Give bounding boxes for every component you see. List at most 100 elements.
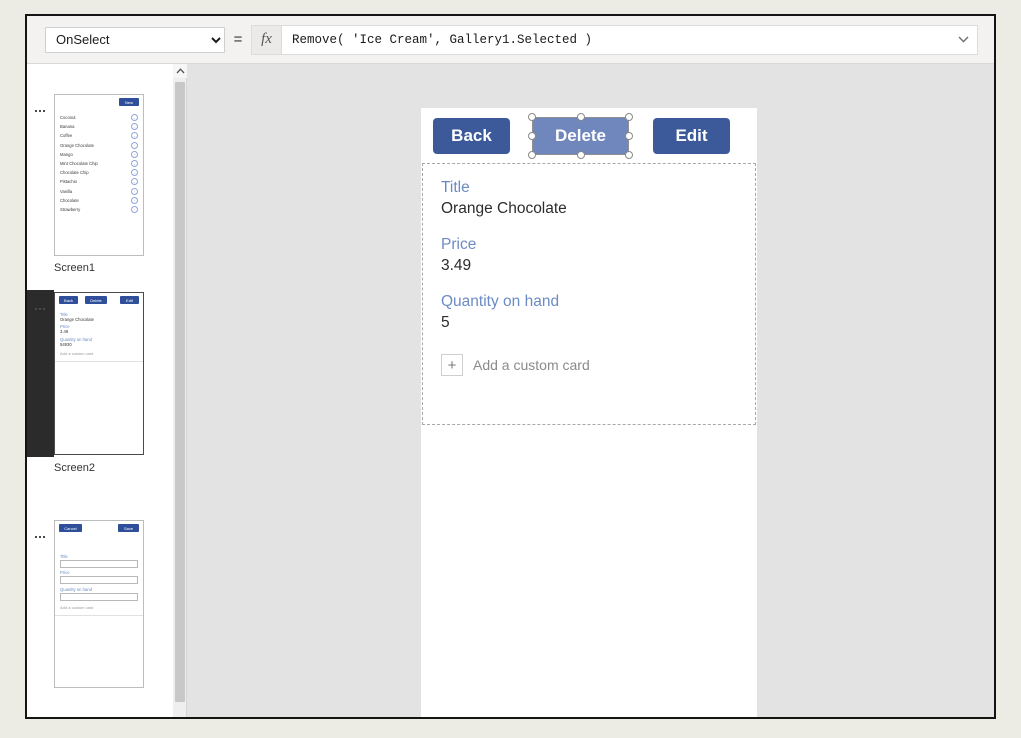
add-custom-card-label: Add a custom card xyxy=(60,350,94,356)
thumb-gallery-list: Coconut › Banana › Coffee › Orange Chocolat… xyxy=(55,113,143,214)
chevron-right-icon: › xyxy=(131,141,138,149)
field-label: Price xyxy=(60,570,70,575)
list-item-label: Vanilla xyxy=(60,188,73,194)
screen-thumbnail-screen2[interactable]: Back Delete Edit Title Orange Chocolate … xyxy=(54,292,144,455)
property-dropdown[interactable]: OnSelect xyxy=(45,26,225,53)
screen-thumbnail-screen3[interactable]: Cancel Save Title Price Quantity on hand… xyxy=(54,520,144,688)
list-item: Strawberry › xyxy=(55,205,143,214)
divider xyxy=(55,360,143,362)
chevron-right-icon: › xyxy=(131,178,138,186)
resize-handle-nw[interactable] xyxy=(528,112,536,121)
chevron-right-icon: › xyxy=(131,123,138,131)
chevron-up-icon[interactable] xyxy=(173,64,187,78)
resize-handle-sw[interactable] xyxy=(528,150,536,159)
thumb-toolbar: Back Delete Edit xyxy=(55,293,143,309)
formula-input[interactable] xyxy=(290,24,955,55)
field-value: Orange Chocolate xyxy=(60,316,94,322)
list-item: Pistachio › xyxy=(55,177,143,186)
equals-sign: = xyxy=(233,31,243,48)
delete-button[interactable]: Delete xyxy=(532,116,629,155)
ellipsis-icon[interactable] xyxy=(31,104,49,118)
thumb-toolbar: New xyxy=(55,95,143,113)
chevron-right-icon: › xyxy=(131,150,138,158)
studio-body: New Coconut › Banana › Coffee › Orange Choc… xyxy=(27,64,994,717)
screen-entry-screen3[interactable]: Cancel Save Title Price Quantity on hand… xyxy=(27,516,173,716)
design-canvas[interactable]: Back Delete Edit Title Orange Chocolate … xyxy=(188,64,994,717)
chevron-right-icon: › xyxy=(131,160,138,168)
chevron-right-icon: › xyxy=(131,114,138,122)
thumb-detail-form: Title Orange Chocolate Price 3.49 Quanti… xyxy=(55,312,143,362)
ellipsis-icon[interactable] xyxy=(31,530,49,544)
form-field-title[interactable]: Title Orange Chocolate xyxy=(423,164,755,218)
thumb-toolbar: Cancel Save xyxy=(55,521,143,539)
resize-handle-n[interactable] xyxy=(576,112,585,121)
chevron-right-icon: › xyxy=(131,132,138,140)
add-custom-card-button[interactable]: + Add a custom card xyxy=(423,332,755,376)
list-item: Vanilla › xyxy=(55,187,143,196)
field-label: Price xyxy=(441,236,477,253)
list-item: Mint Chocolate Chip › xyxy=(55,159,143,168)
chevron-right-icon: › xyxy=(131,169,138,177)
field-value: 3.49 xyxy=(60,329,69,334)
edit-button[interactable]: Edit xyxy=(653,117,730,154)
list-item-label: Chocolate xyxy=(60,197,79,203)
resize-handle-w[interactable] xyxy=(528,131,536,140)
field-value: 5 xyxy=(441,314,450,331)
resize-handle-e[interactable] xyxy=(625,131,633,140)
field-value: 54930 xyxy=(60,341,72,347)
screen-entry-screen2[interactable]: Back Delete Edit Title Orange Chocolate … xyxy=(27,290,173,516)
field-label: Title xyxy=(441,179,470,196)
thumb-new-button: New xyxy=(119,98,139,106)
list-item-label: Pistachio xyxy=(60,179,77,185)
list-item: Chocolate Chip › xyxy=(55,168,143,177)
formula-input-container[interactable] xyxy=(281,24,978,55)
field-label: Quantity on hand xyxy=(441,293,560,310)
chevron-right-icon: › xyxy=(131,205,138,213)
add-custom-card-label: Add a custom card xyxy=(60,604,94,610)
thumb-delete-button: Delete xyxy=(85,296,107,304)
screen-thumbnail-rail[interactable]: New Coconut › Banana › Coffee › Orange Choc… xyxy=(27,64,173,717)
list-item-label: Mango xyxy=(60,151,73,157)
thumb-edit-form: Title Price Quantity on hand Add a custo… xyxy=(55,554,143,616)
list-item: Banana › xyxy=(55,122,143,131)
screen-toolbar: Back Delete Edit xyxy=(421,108,757,163)
list-item-label: Banana xyxy=(60,124,75,130)
screen-label-screen2: Screen2 xyxy=(54,462,95,474)
thumb-save-button: Save xyxy=(118,524,139,532)
field-label: Title xyxy=(60,553,68,559)
delete-button-selection[interactable]: Delete xyxy=(528,112,633,159)
ellipsis-icon[interactable] xyxy=(31,302,49,316)
list-item-label: Mint Chocolate Chip xyxy=(60,161,98,167)
form-field-price[interactable]: Price 3.49 xyxy=(423,218,755,275)
screen-entry-screen1[interactable]: New Coconut › Banana › Coffee › Orange Choc… xyxy=(27,64,173,290)
field-value: 3.49 xyxy=(441,257,472,274)
field-value: Orange Chocolate xyxy=(441,200,567,217)
screen-rail-scrollbar[interactable] xyxy=(173,64,187,717)
list-item-label: Coconut xyxy=(60,115,76,121)
list-item: Mango › xyxy=(55,150,143,159)
text-input xyxy=(60,576,138,584)
chevron-down-icon[interactable] xyxy=(955,32,971,48)
divider xyxy=(55,614,143,616)
thumb-back-button: Back xyxy=(59,296,78,304)
add-custom-card-label: Add a custom card xyxy=(473,357,590,373)
display-form[interactable]: Title Orange Chocolate Price 3.49 Quanti… xyxy=(422,163,756,425)
app-screen-preview[interactable]: Back Delete Edit Title Orange Chocolate … xyxy=(421,108,757,717)
form-field-quantity[interactable]: Quantity on hand 5 xyxy=(423,275,755,332)
thumb-cancel-button: Cancel xyxy=(59,524,82,532)
fx-icon: fx xyxy=(251,24,281,55)
resize-handle-ne[interactable] xyxy=(625,112,633,121)
formula-bar: OnSelect = fx xyxy=(27,16,994,64)
resize-handle-se[interactable] xyxy=(625,150,633,159)
resize-handle-s[interactable] xyxy=(576,150,585,159)
list-item: Coconut › xyxy=(55,113,143,122)
plus-icon[interactable]: + xyxy=(441,354,463,376)
screen-thumbnail-screen1[interactable]: New Coconut › Banana › Coffee › Orange Choc… xyxy=(54,94,144,256)
back-button[interactable]: Back xyxy=(433,117,510,154)
list-item-label: Orange Chocolate xyxy=(60,142,94,148)
scrollbar-thumb[interactable] xyxy=(175,82,185,702)
chevron-right-icon: › xyxy=(131,196,138,204)
chevron-right-icon: › xyxy=(131,187,138,195)
list-item: Orange Chocolate › xyxy=(55,141,143,150)
field-label: Quantity on hand xyxy=(60,586,92,592)
